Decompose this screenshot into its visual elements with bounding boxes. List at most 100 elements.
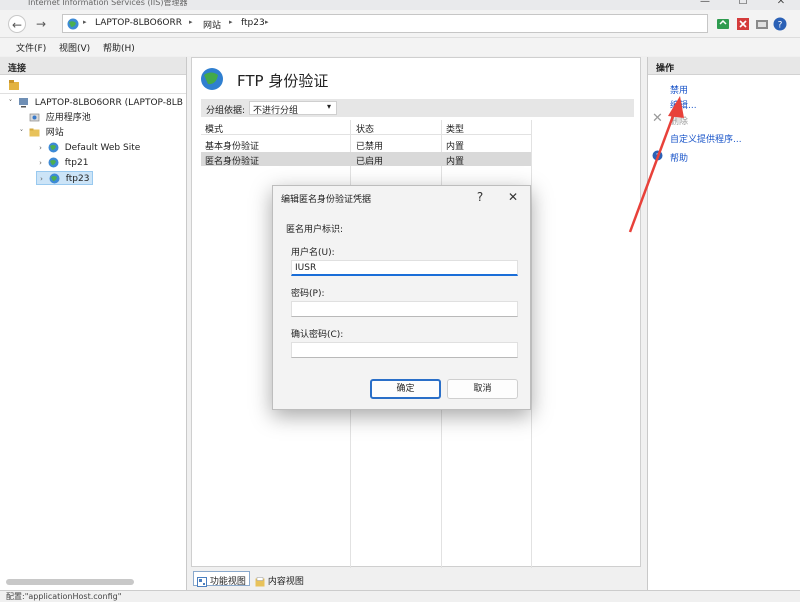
globe-icon (67, 18, 79, 30)
title-bar: Internet Information Services (IIS)管理器 —… (0, 0, 800, 10)
menu-file[interactable]: 文件(F) (16, 41, 46, 54)
tree-item-label: ftp21 (64, 158, 89, 168)
window-title: Internet Information Services (IIS)管理器 (28, 0, 188, 7)
action-help[interactable]: 帮助 (670, 151, 688, 164)
app-pool-icon (29, 113, 40, 122)
server-icon (18, 98, 28, 108)
forward-arrow-icon[interactable]: → (32, 15, 50, 33)
svg-text:?: ? (656, 153, 660, 161)
cell-type: 内置 (446, 157, 465, 167)
status-bar: 配置:"applicationHost.config" (0, 590, 800, 601)
username-field[interactable] (291, 260, 518, 276)
cell-type: 内置 (446, 142, 465, 152)
breadcrumb-separator: ▸ (189, 18, 193, 26)
globe-icon (201, 68, 223, 90)
stop-icon[interactable] (736, 17, 750, 31)
horizontal-scrollbar[interactable] (6, 579, 134, 585)
dialog-help-button[interactable]: ? (469, 187, 491, 207)
cell-mode: 基本身份验证 (205, 142, 260, 152)
group-by-bar: 分组依据: 不进行分组 ▾ (201, 99, 634, 117)
breadcrumb-separator: ▸ (265, 18, 269, 26)
tab-features-view[interactable]: 功能视图 (193, 571, 250, 587)
action-custom-providers[interactable]: 自定义提供程序... (670, 132, 742, 145)
group-by-label: 分组依据: (206, 106, 246, 116)
folder-icon (29, 128, 40, 137)
tree-item-default-web-site[interactable]: › Default Web Site (36, 141, 140, 155)
back-arrow-icon[interactable]: ← (8, 15, 26, 33)
tree-item-label: 应用程序池 (45, 113, 91, 123)
breadcrumb-item-sites[interactable]: 网站 (203, 18, 221, 31)
view-tabs: 功能视图 内容视图 (191, 568, 641, 588)
tree-item-label: 网站 (45, 128, 64, 138)
menu-bar: 文件(F) 视图(V) 帮助(H) (0, 38, 800, 56)
svg-text:?: ? (778, 21, 783, 31)
dialog-close-button[interactable]: ✕ (502, 187, 524, 207)
connections-header: 连接 (0, 57, 186, 75)
connect-icon[interactable] (8, 79, 20, 91)
password-label: 密码(P): (291, 289, 325, 299)
tab-content-view[interactable]: 内容视图 (251, 571, 308, 587)
tree-item-app-pools[interactable]: 应用程序池 (17, 111, 91, 125)
tree-item-label: Default Web Site (64, 143, 141, 153)
header-divider (201, 134, 531, 135)
tree-item-sites[interactable]: ˅ 网站 (17, 126, 64, 140)
section-label: 匿名用户标识: (286, 225, 344, 235)
cell-mode: 匿名身份验证 (205, 157, 260, 167)
action-disable[interactable]: 禁用 (670, 83, 688, 96)
features-view-icon (197, 576, 207, 587)
confirm-password-label: 确认密码(C): (291, 330, 344, 340)
expand-toggle-icon[interactable]: ˅ (17, 126, 26, 140)
page-title: FTP 身份验证 (237, 72, 329, 90)
password-field[interactable] (291, 301, 518, 317)
minimize-button[interactable]: — (690, 0, 720, 10)
group-by-select[interactable]: 不进行分组 ▾ (249, 101, 337, 116)
breadcrumb-item-ftp23[interactable]: ftp23 (241, 18, 265, 28)
group-by-value: 不进行分组 (253, 106, 299, 116)
edit-anonymous-credentials-dialog: 编辑匿名身份验证凭据 ? ✕ 匿名用户标识: 用户名(U): 密码(P): 确认… (272, 185, 531, 410)
expand-toggle-icon[interactable]: › (36, 141, 45, 155)
menu-view[interactable]: 视图(V) (59, 41, 90, 54)
tree-item-ftp23[interactable]: › ftp23 (36, 171, 94, 186)
chevron-down-icon: ▾ (327, 102, 332, 111)
tree-item-ftp21[interactable]: › ftp21 (36, 156, 88, 170)
maximize-button[interactable]: ☐ (728, 0, 758, 10)
breadcrumb-item-server[interactable]: LAPTOP-8LBO6ORR (95, 18, 182, 28)
help-icon: ? (652, 150, 663, 161)
expand-toggle-icon[interactable]: ˅ (6, 96, 15, 110)
column-divider (531, 120, 532, 568)
table-row[interactable]: 基本身份验证 已禁用 内置 (201, 137, 531, 152)
expand-toggle-icon[interactable]: › (36, 156, 45, 170)
table-row[interactable]: 匿名身份验证 已启用 内置 (201, 152, 531, 167)
tree-item-label: ftp23 (65, 174, 90, 184)
menu-help[interactable]: 帮助(H) (103, 41, 135, 54)
action-delete[interactable]: 删除 (670, 114, 688, 127)
address-bar: ← → ▸ LAPTOP-8LBO6ORR ▸ 网站 ▸ ftp23 ▸ ? (0, 10, 800, 38)
delete-icon: ✕ (652, 111, 663, 126)
tree-item-label: LAPTOP-8LBO6ORR (LAPTOP-8LB (34, 98, 183, 108)
globe-icon (48, 142, 59, 153)
dialog-title: 编辑匿名身份验证凭据 (281, 195, 372, 205)
tab-label: 功能视图 (209, 577, 246, 587)
breadcrumb-separator: ▸ (83, 18, 87, 26)
content-view-icon (255, 576, 265, 586)
table-header: 模式 状态 类型 (201, 120, 531, 135)
connections-panel: 连接 ˅ LAPTOP-8LBO6ORR (LAPTOP-8LB 应用程序池 ˅… (0, 57, 187, 590)
breadcrumb[interactable]: ▸ LAPTOP-8LBO6ORR ▸ 网站 ▸ ftp23 ▸ (62, 14, 708, 33)
actions-panel: 操作 禁用 编辑... ✕ 删除 自定义提供程序... ? 帮助 (647, 57, 800, 590)
action-edit[interactable]: 编辑... (670, 98, 697, 111)
breadcrumb-separator: ▸ (229, 18, 233, 26)
cell-status: 已启用 (356, 157, 384, 167)
globe-icon (49, 173, 60, 184)
expand-toggle-icon[interactable]: › (37, 172, 46, 186)
ok-button[interactable]: 确定 (370, 379, 441, 399)
home-icon[interactable] (755, 17, 769, 31)
cell-status: 已禁用 (356, 142, 384, 152)
globe-icon (48, 157, 59, 168)
confirm-password-field[interactable] (291, 342, 518, 358)
cancel-button[interactable]: 取消 (447, 379, 518, 399)
tab-label: 内容视图 (267, 577, 304, 587)
close-window-button[interactable]: ✕ (766, 0, 796, 10)
tree-item-server[interactable]: ˅ LAPTOP-8LBO6ORR (LAPTOP-8LB (6, 96, 183, 110)
refresh-icon[interactable] (716, 17, 730, 31)
help-icon[interactable]: ? (773, 17, 787, 31)
